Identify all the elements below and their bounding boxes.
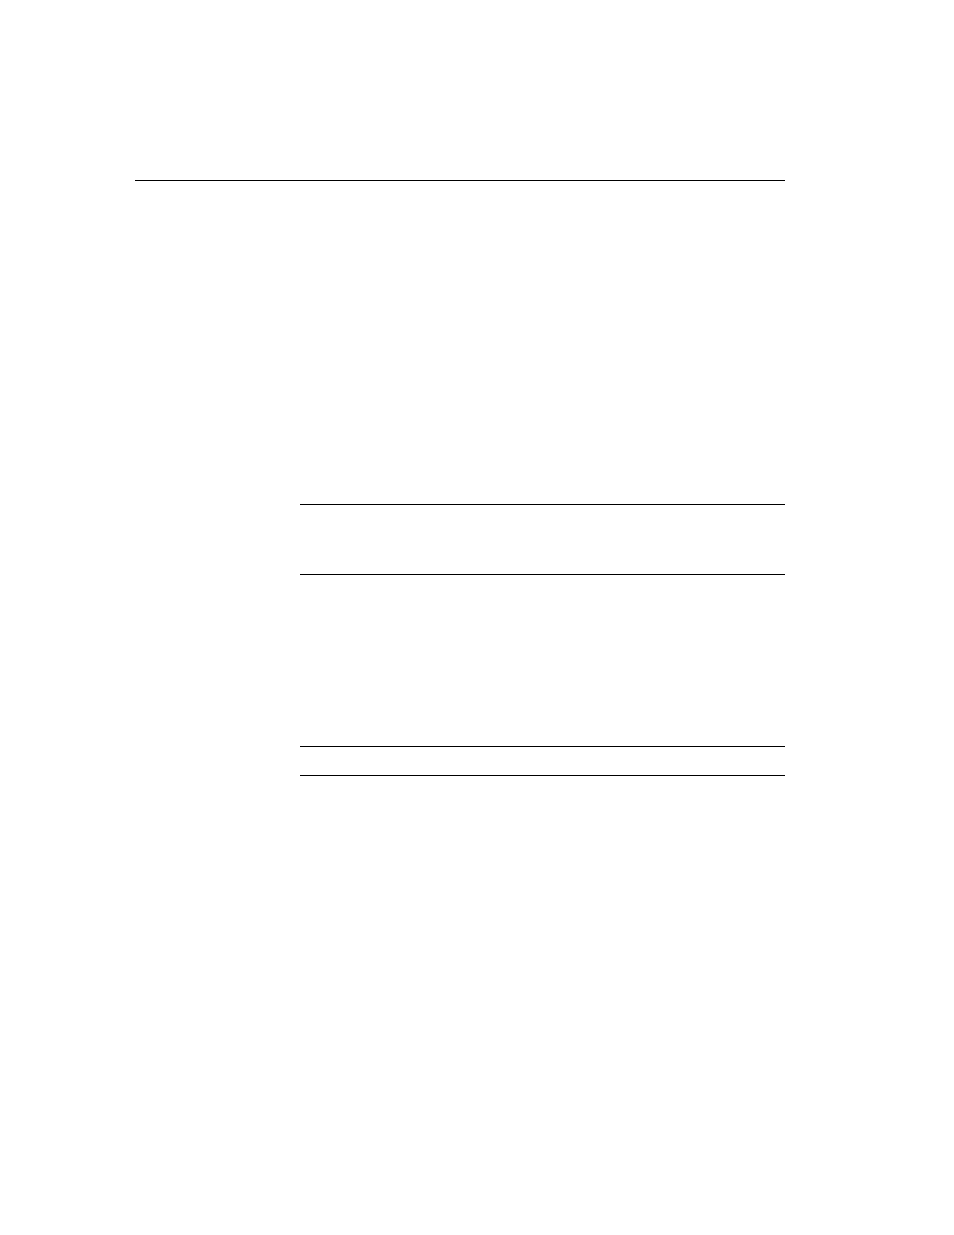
horizontal-rule [300,775,785,776]
horizontal-rule [300,574,785,575]
horizontal-rule [135,180,785,181]
horizontal-rule [300,504,785,505]
horizontal-rule [300,746,785,747]
